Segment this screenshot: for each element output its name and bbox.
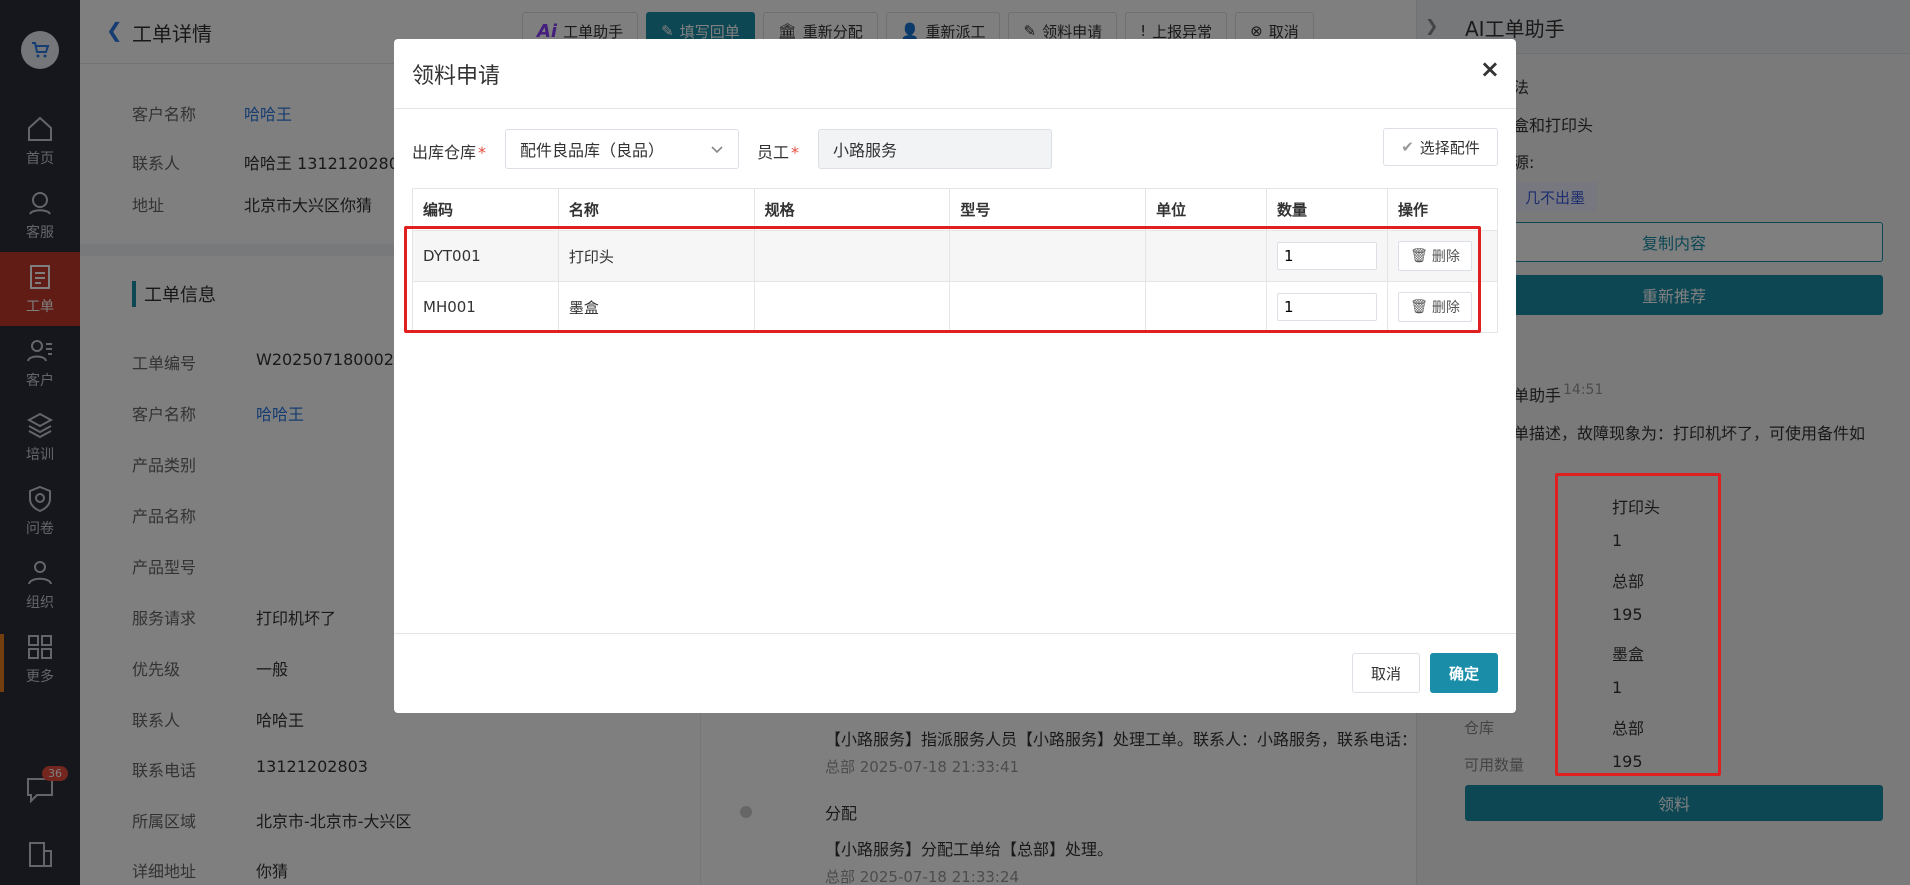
cell-spec <box>753 281 951 333</box>
dialog-footer: 取消 确定 <box>394 633 1516 713</box>
cell-unit <box>1145 281 1268 333</box>
quantity-input[interactable] <box>1277 293 1378 321</box>
trash-icon: 🗑 <box>1410 299 1428 315</box>
cell-code: MH001 <box>412 281 559 333</box>
cell-action: 🗑 删除 <box>1387 230 1498 282</box>
cell-qty <box>1266 281 1388 333</box>
col-header: 单位 <box>1145 188 1268 231</box>
cell-action: 🗑 删除 <box>1387 281 1498 333</box>
cell-code: DYT001 <box>412 230 559 282</box>
delete-row-button[interactable]: 🗑 删除 <box>1398 292 1472 322</box>
cell-qty <box>1266 230 1388 282</box>
staff-label: 员工 * <box>757 143 800 162</box>
table-header-row: 编码 名称 规格 型号 单位 数量 操作 <box>412 188 1498 231</box>
col-header: 编码 <box>412 188 559 231</box>
close-icon[interactable]: × <box>1480 55 1500 83</box>
dialog-title: 领料申请 <box>412 64 501 89</box>
cell-name: 打印头 <box>557 230 755 282</box>
trash-icon: 🗑 <box>1410 248 1428 264</box>
cell-spec <box>753 230 951 282</box>
cell-unit <box>1145 230 1268 282</box>
staff-field: 小路服务 <box>818 129 1052 169</box>
warehouse-select[interactable]: 配件良品库（良品） <box>505 129 739 169</box>
col-header: 数量 <box>1266 188 1388 231</box>
parts-table: 编码 名称 规格 型号 单位 数量 操作 DYT001 打印头 🗑删除 MH00… <box>412 188 1498 333</box>
cell-model <box>949 281 1147 333</box>
dialog-header: 领料申请 × <box>394 39 1516 109</box>
col-header: 型号 <box>949 188 1147 231</box>
cell-name: 墨盒 <box>557 281 755 333</box>
cancel-button[interactable]: 取消 <box>1352 653 1420 693</box>
check-icon: ✔ <box>1401 138 1414 156</box>
warehouse-label: 出库仓库 * <box>412 143 487 162</box>
quantity-input[interactable] <box>1277 242 1378 270</box>
chevron-down-icon <box>711 146 723 154</box>
select-parts-button[interactable]: ✔ 选择配件 <box>1383 128 1498 166</box>
table-row: MH001 墨盒 🗑删除 <box>412 281 1498 333</box>
confirm-button[interactable]: 确定 <box>1430 653 1498 693</box>
col-header: 操作 <box>1387 188 1498 231</box>
material-request-dialog: 领料申请 × 出库仓库 * 配件良品库（良品） 员工 * 小路服务 ✔ 选择配件 编… <box>394 39 1516 713</box>
cell-model <box>949 230 1147 282</box>
delete-row-button[interactable]: 🗑 删除 <box>1398 241 1472 271</box>
col-header: 规格 <box>753 188 951 231</box>
required-mark: * <box>478 143 487 162</box>
required-mark: * <box>791 143 800 162</box>
col-header: 名称 <box>557 188 755 231</box>
warehouse-selected-value: 配件良品库（良品） <box>520 141 665 160</box>
table-row: DYT001 打印头 🗑删除 <box>412 230 1498 282</box>
